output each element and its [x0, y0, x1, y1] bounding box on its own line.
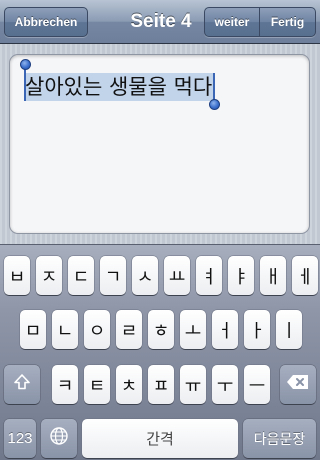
- key-row2-3[interactable]: ㅇ: [84, 310, 110, 349]
- done-button[interactable]: Fertig: [260, 7, 316, 37]
- key-row1-1[interactable]: ㅂ: [4, 256, 30, 295]
- globe-key[interactable]: [41, 419, 77, 458]
- key-row2-4[interactable]: ㄹ: [116, 310, 142, 349]
- key-row3-2[interactable]: ㅌ: [84, 365, 110, 404]
- key-row2-8[interactable]: ㅏ: [244, 310, 270, 349]
- key-row1-4[interactable]: ㄱ: [100, 256, 126, 295]
- key-row1-6[interactable]: ㅛ: [164, 256, 190, 295]
- delete-icon: [286, 374, 310, 395]
- selected-text[interactable]: 살아있는 생물을 먹다: [24, 73, 214, 101]
- content-area: 살아있는 생물을 먹다: [0, 44, 320, 244]
- keyboard: 123 간격 다음문장 ㅂㅈㄷㄱㅅㅛㅕㅑㅐㅔㅁㄴㅇㄹㅎㅗㅓㅏㅣㅋㅌㅊㅍㅠㅜㅡ: [0, 244, 320, 460]
- return-key[interactable]: 다음문장: [243, 419, 316, 458]
- key-row2-7[interactable]: ㅓ: [212, 310, 238, 349]
- key-row3-4[interactable]: ㅍ: [148, 365, 174, 404]
- selection-end-handle[interactable]: [209, 99, 220, 110]
- key-row2-9[interactable]: ㅣ: [276, 310, 302, 349]
- key-row3-7[interactable]: ㅡ: [244, 365, 270, 404]
- space-key[interactable]: 간격: [82, 419, 238, 458]
- shift-icon: [13, 373, 31, 396]
- key-row1-3[interactable]: ㄷ: [68, 256, 94, 295]
- numbers-key[interactable]: 123: [4, 419, 36, 458]
- key-row1-8[interactable]: ㅑ: [228, 256, 254, 295]
- key-row1-10[interactable]: ㅔ: [292, 256, 318, 295]
- key-row1-5[interactable]: ㅅ: [132, 256, 158, 295]
- key-row2-6[interactable]: ㅗ: [180, 310, 206, 349]
- key-row3-1[interactable]: ㅋ: [52, 365, 78, 404]
- key-row2-1[interactable]: ㅁ: [20, 310, 46, 349]
- key-row2-5[interactable]: ㅎ: [148, 310, 174, 349]
- key-row3-5[interactable]: ㅠ: [180, 365, 206, 404]
- globe-icon: [49, 426, 69, 451]
- key-row2-2[interactable]: ㄴ: [52, 310, 78, 349]
- page-title: Seite 4: [130, 11, 192, 32]
- key-row3-3[interactable]: ㅊ: [116, 365, 142, 404]
- text-line: 살아있는 생물을 먹다: [24, 73, 214, 101]
- next-button[interactable]: weiter: [204, 7, 260, 37]
- key-row1-9[interactable]: ㅐ: [260, 256, 286, 295]
- key-row1-7[interactable]: ㅕ: [196, 256, 222, 295]
- cancel-button[interactable]: Abbrechen: [4, 7, 88, 37]
- key-row3-6[interactable]: ㅜ: [212, 365, 238, 404]
- navigation-bar: Abbrechen Seite 4 weiter Fertig: [0, 0, 320, 44]
- key-row1-2[interactable]: ㅈ: [36, 256, 62, 295]
- navigation-segmented-control: weiter Fertig: [204, 7, 316, 37]
- delete-key[interactable]: [280, 365, 316, 404]
- selection-start-bar: [24, 69, 26, 101]
- text-editor[interactable]: 살아있는 생물을 먹다: [9, 54, 310, 234]
- selection-start-handle[interactable]: [20, 59, 31, 70]
- shift-key[interactable]: [4, 365, 40, 404]
